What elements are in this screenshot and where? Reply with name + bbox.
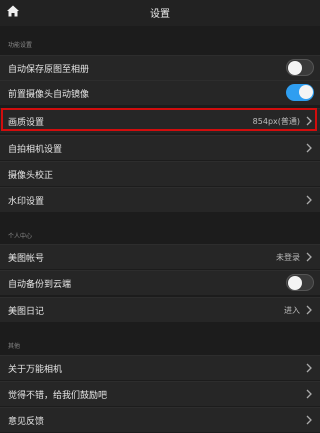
chevron-right-icon (306, 143, 312, 153)
row-meitu-account[interactable]: 美图帐号 未登录 (0, 244, 320, 269)
row-label: 美图日记 (8, 307, 45, 317)
row-label: 前置摄像头自动镜像 (8, 90, 90, 100)
row-front-camera-mirror: 前置摄像头自动镜像 (0, 80, 320, 105)
row-quality-settings[interactable]: 画质设置 854px(普通) (0, 108, 320, 133)
chevron-right-icon (306, 116, 312, 126)
row-cloud-backup: 自动备份到云端 (0, 270, 320, 295)
row-label: 自动备份到云端 (8, 280, 72, 290)
row-label: 自动保存原图至相册 (8, 65, 90, 75)
row-watermark-settings[interactable]: 水印设置 (0, 187, 320, 212)
row-label: 水印设置 (8, 197, 45, 207)
diary-enter-label: 进入 (284, 306, 300, 315)
account-status: 未登录 (276, 253, 300, 262)
row-label: 觉得不错，给我们鼓励吧 (8, 391, 108, 401)
auto-save-toggle[interactable] (286, 59, 314, 76)
row-label: 画质设置 (8, 118, 45, 128)
section-header-personal: 个人中心 (8, 233, 33, 240)
row-label: 意见反馈 (8, 417, 45, 427)
chevron-right-icon (306, 252, 312, 262)
section-header-other: 其他 (8, 343, 21, 350)
chevron-right-icon (306, 195, 312, 205)
chevron-right-icon (306, 415, 312, 425)
section-header-function: 功能设置 (8, 42, 33, 49)
row-label: 自拍相机设置 (8, 145, 63, 155)
cloud-backup-toggle[interactable] (286, 274, 314, 291)
toggle-knob (299, 85, 313, 99)
page-title: 设置 (150, 9, 170, 20)
chevron-right-icon (306, 305, 312, 315)
row-feedback[interactable]: 意见反馈 (0, 407, 320, 432)
row-meitu-diary[interactable]: 美图日记 进入 (0, 297, 320, 322)
row-selfie-camera-settings[interactable]: 自拍相机设置 (0, 135, 320, 160)
top-bar: 设置 (0, 0, 320, 26)
toggle-knob (288, 61, 302, 75)
toggle-knob (288, 276, 302, 290)
front-mirror-toggle[interactable] (286, 84, 314, 101)
chevron-right-icon (306, 389, 312, 399)
row-label: 美图帐号 (8, 254, 45, 264)
row-camera-calibration[interactable]: 摄像头校正 (0, 161, 320, 186)
row-label: 关于万能相机 (8, 365, 63, 375)
quality-value: 854px(普通) (252, 117, 300, 126)
row-rate-us[interactable]: 觉得不错，给我们鼓励吧 (0, 381, 320, 406)
row-about-app[interactable]: 关于万能相机 (0, 355, 320, 380)
row-auto-save-original: 自动保存原图至相册 (0, 55, 320, 80)
chevron-right-icon (306, 363, 312, 373)
row-label: 摄像头校正 (8, 171, 54, 181)
